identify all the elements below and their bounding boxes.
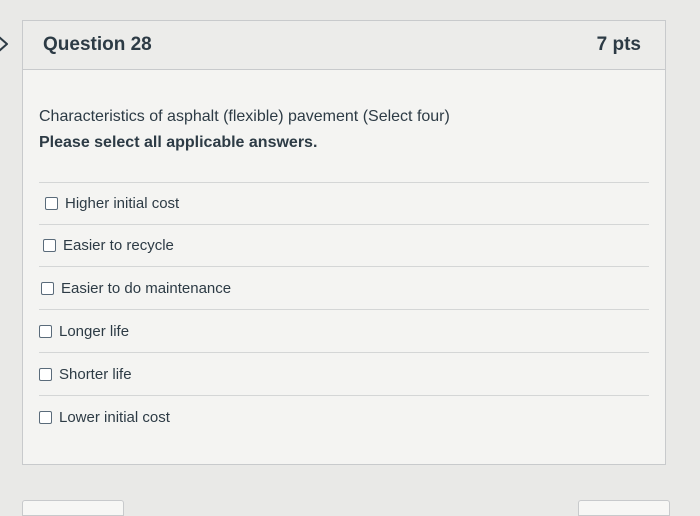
answer-option[interactable]: Easier to recycle xyxy=(39,225,649,267)
question-text: Characteristics of asphalt (flexible) pa… xyxy=(39,108,450,125)
question-card: Question 28 7 pts Characteristics of asp… xyxy=(22,20,666,465)
question-points: 7 pts xyxy=(596,34,641,55)
answer-option[interactable]: Longer life xyxy=(39,310,649,353)
answer-label[interactable]: Shorter life xyxy=(59,366,132,383)
answer-checkbox[interactable] xyxy=(41,281,54,295)
answer-list: Higher initial cost Easier to recycle Ea… xyxy=(39,182,649,439)
answer-option[interactable]: Easier to do maintenance xyxy=(39,267,649,310)
answer-checkbox[interactable] xyxy=(39,367,52,381)
answer-label[interactable]: Easier to recycle xyxy=(63,237,174,254)
answer-checkbox[interactable] xyxy=(39,324,52,338)
answer-label[interactable]: Lower initial cost xyxy=(59,409,170,426)
answer-option[interactable]: Lower initial cost xyxy=(39,396,649,439)
answer-checkbox[interactable] xyxy=(39,411,52,424)
question-header: Question 28 7 pts xyxy=(23,21,665,70)
answer-label[interactable]: Higher initial cost xyxy=(65,195,179,212)
answer-label[interactable]: Easier to do maintenance xyxy=(61,280,231,297)
answer-checkbox[interactable] xyxy=(45,197,58,210)
answer-checkbox[interactable] xyxy=(43,239,56,252)
footer-tab-left xyxy=(22,500,124,516)
chevron-right-icon[interactable] xyxy=(0,34,12,54)
footer-tab-right xyxy=(578,500,670,516)
answer-label[interactable]: Longer life xyxy=(59,323,129,340)
question-body: Characteristics of asphalt (flexible) pa… xyxy=(23,70,665,439)
question-title: Question 28 xyxy=(43,34,152,55)
answer-option[interactable]: Higher initial cost xyxy=(39,183,649,225)
answer-option[interactable]: Shorter life xyxy=(39,353,649,396)
question-instruction: Please select all applicable answers. xyxy=(39,134,318,151)
